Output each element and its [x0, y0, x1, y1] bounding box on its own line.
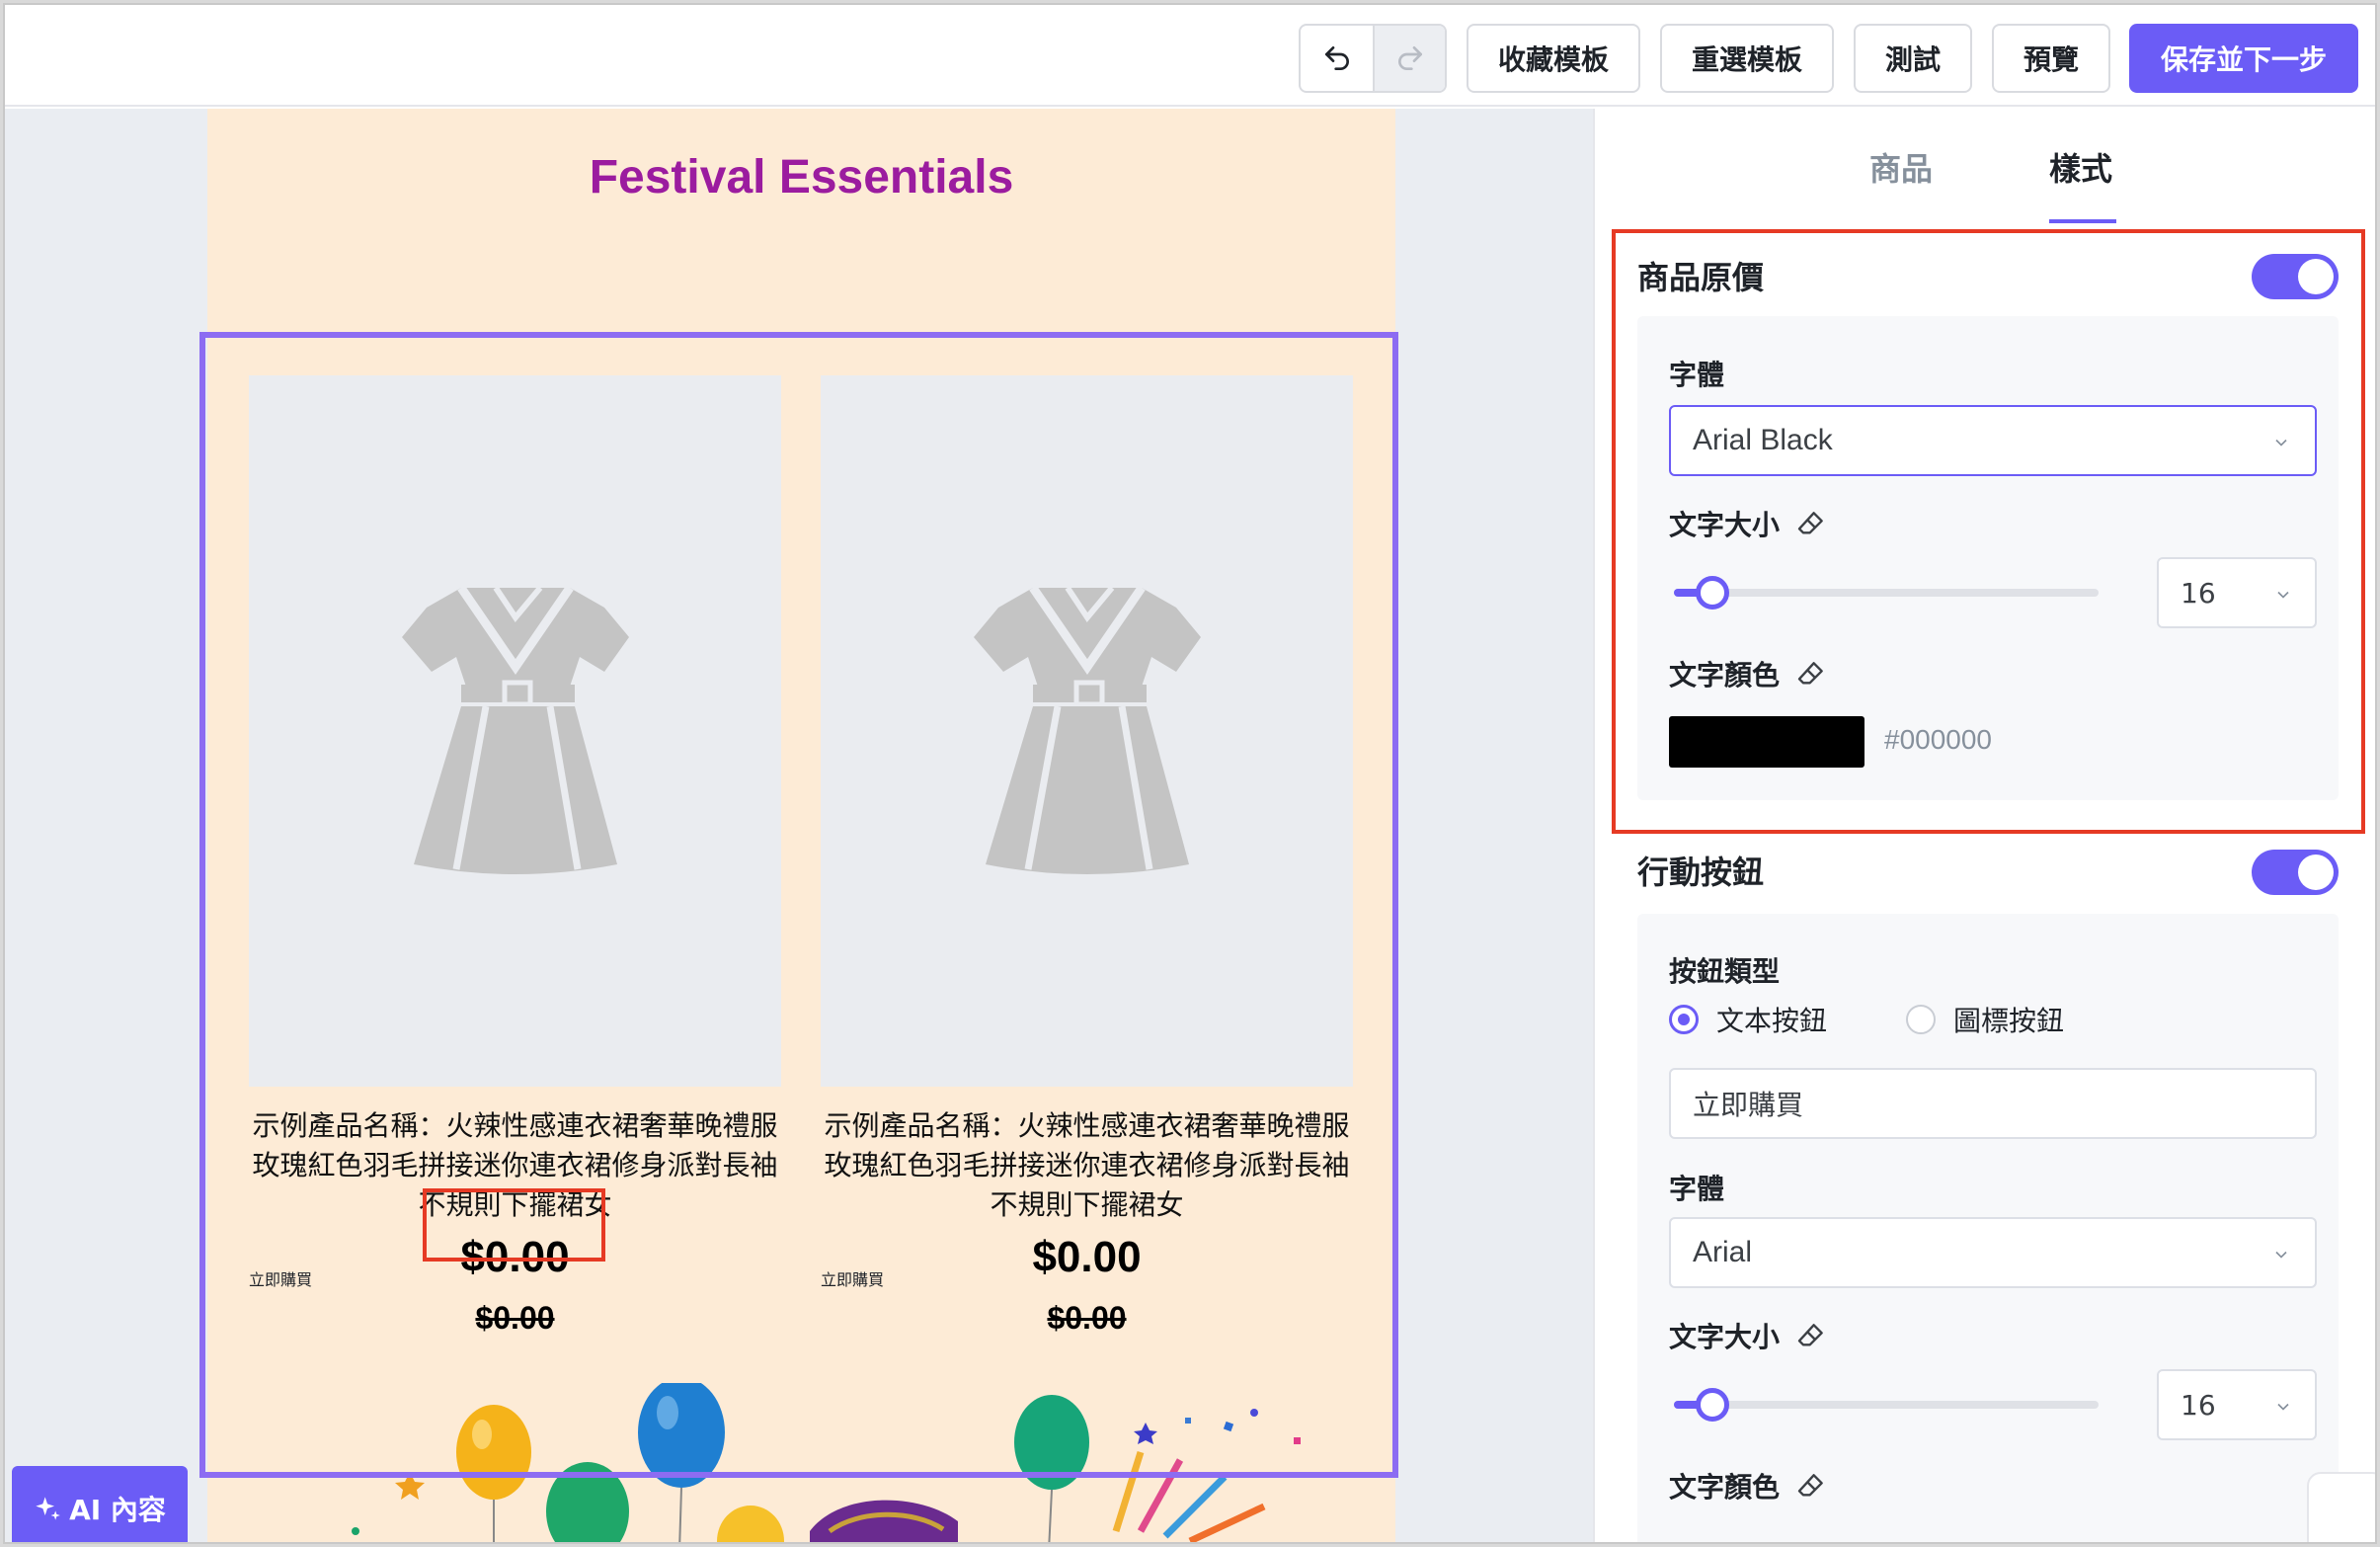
- ai-content-label: AI 內容: [69, 1494, 166, 1526]
- action-button-toggle[interactable]: [2252, 850, 2339, 895]
- product-name-2[interactable]: 示例產品名稱：火辣性感連衣裙奢華晚禮服玫瑰紅色羽毛拼接迷你連衣裙修身派對長袖不規…: [821, 1106, 1353, 1225]
- redo-icon: [1397, 46, 1422, 70]
- size-select-value: 16: [2181, 1388, 2216, 1422]
- button-type-label: 按鈕類型: [1669, 955, 1781, 988]
- original-price-section-highlight: [1612, 229, 2365, 834]
- ai-content-button[interactable]: AI 內容: [12, 1466, 188, 1542]
- product-card-2[interactable]: 示例產品名稱：火辣性感連衣裙奢華晚禮服玫瑰紅色羽毛拼接迷你連衣裙修身派對長袖不規…: [821, 375, 1353, 1353]
- active-tab-indicator: [2049, 219, 2116, 223]
- save-next-button[interactable]: 保存並下一步: [2129, 24, 2358, 93]
- redo-button[interactable]: [1373, 26, 1445, 91]
- radio-dot: [1906, 1005, 1936, 1034]
- eraser-icon[interactable]: [1795, 1320, 1827, 1351]
- chevron-down-icon: [2275, 1251, 2287, 1259]
- product-original-price-2[interactable]: $0.00: [821, 1300, 1353, 1337]
- sparkle-icon: [36, 1497, 60, 1520]
- action-button-size-select[interactable]: 16: [2157, 1369, 2317, 1440]
- action-button-section-title: 行動按鈕: [1637, 854, 1765, 891]
- action-button-color-label: 文字顏色: [1669, 1471, 1781, 1504]
- tab-style[interactable]: 樣式: [2049, 144, 2112, 190]
- button-text-input[interactable]: 立即購買: [1669, 1068, 2317, 1139]
- reselect-template-button[interactable]: 重選模板: [1660, 24, 1834, 93]
- action-button-color-label-row: 文字顏色: [1669, 1466, 1827, 1506]
- radio-dot-selected: [1669, 1005, 1699, 1034]
- buy-now-button-2[interactable]: 立即購買: [821, 1266, 1353, 1290]
- app-window: 收藏模板 重選模板 測試 預覽 保存並下一步 Festival Essentia…: [3, 3, 2377, 1544]
- undo-button[interactable]: [1301, 26, 1373, 91]
- buy-now-button-1[interactable]: 立即購買: [249, 1266, 781, 1290]
- email-title[interactable]: Festival Essentials: [207, 150, 1395, 204]
- radio-icon-button[interactable]: 圖標按鈕: [1906, 1000, 2064, 1039]
- radio-text-button-label: 文本按鈕: [1716, 1005, 1828, 1037]
- original-price-wrap-2: $0.00: [821, 1286, 1353, 1353]
- action-button-size-label: 文字大小: [1669, 1321, 1781, 1353]
- product-image-2[interactable]: [821, 375, 1353, 1087]
- action-button-size-slider[interactable]: [1674, 1388, 2099, 1422]
- product-image-1[interactable]: [249, 375, 781, 1087]
- toggle-knob: [2298, 855, 2334, 890]
- slider-thumb[interactable]: [1696, 1388, 1729, 1422]
- tab-product[interactable]: 商品: [1869, 144, 1933, 190]
- radio-icon-button-label: 圖標按鈕: [1953, 1005, 2065, 1037]
- font-select-value: Arial: [1693, 1236, 1753, 1268]
- mask-icon: [810, 1500, 958, 1542]
- floating-widget[interactable]: [2307, 1472, 2375, 1542]
- action-button-size-label-row: 文字大小: [1669, 1316, 1827, 1355]
- test-button[interactable]: 測試: [1854, 24, 1972, 93]
- top-toolbar: 收藏模板 重選模板 測試 預覽 保存並下一步: [5, 5, 2375, 107]
- dress-placeholder-icon: [401, 585, 629, 874]
- dress-placeholder-icon: [973, 585, 1201, 874]
- editor-canvas: Festival Essentials 示例產品名稱：火辣性感連衣裙奢華晚禮服玫…: [5, 109, 1593, 1542]
- action-button-font-label: 字體: [1669, 1173, 1725, 1205]
- undo-redo-group: [1299, 24, 1447, 93]
- action-button-font-select[interactable]: Arial: [1669, 1217, 2317, 1288]
- undo-icon: [1324, 46, 1349, 70]
- eraser-icon[interactable]: [1795, 1470, 1827, 1502]
- style-settings-panel: 商品 樣式 商品原價 字體 Arial Black 文字大小 16 文字顏色 #…: [1593, 109, 2375, 1542]
- radio-text-button[interactable]: 文本按鈕: [1669, 1000, 1827, 1039]
- preview-button[interactable]: 預覽: [1992, 24, 2110, 93]
- favorite-template-button[interactable]: 收藏模板: [1467, 24, 1640, 93]
- original-price-wrap-1: $0.00: [249, 1286, 781, 1353]
- chevron-down-icon: [2277, 1403, 2289, 1411]
- original-price-highlight: [423, 1188, 605, 1262]
- product-original-price-1[interactable]: $0.00: [249, 1300, 781, 1337]
